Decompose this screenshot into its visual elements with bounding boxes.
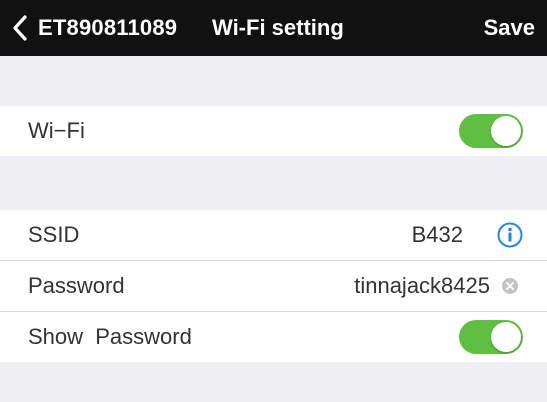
chevron-left-icon <box>13 15 27 41</box>
wifi-row: Wi−Fi <box>0 106 547 156</box>
wifi-label: Wi−Fi <box>28 118 85 143</box>
section-spacer <box>0 362 547 402</box>
toggle-knob <box>491 322 521 352</box>
password-row: Password tinnajack8425 <box>0 261 547 311</box>
show-password-row: Show Password <box>0 312 547 362</box>
wifi-toggle[interactable] <box>459 114 523 148</box>
ssid-row: SSID B432 <box>0 210 547 260</box>
device-id: ET890811089 <box>38 15 178 40</box>
section-spacer <box>0 156 547 210</box>
ssid-value[interactable]: B432 <box>412 210 463 260</box>
show-password-toggle[interactable] <box>459 320 523 354</box>
info-icon[interactable] <box>497 222 523 248</box>
section-spacer <box>0 56 547 106</box>
top-bar: ET890811089 Wi-Fi setting Save <box>0 0 547 56</box>
save-button[interactable]: Save <box>484 0 535 56</box>
password-value[interactable]: tinnajack8425 <box>354 261 490 311</box>
ssid-label: SSID <box>28 222 80 247</box>
back-button[interactable] <box>12 15 28 41</box>
show-password-label: Show Password <box>28 324 192 349</box>
password-label: Password <box>28 273 125 298</box>
page-title: Wi-Fi setting <box>212 15 344 40</box>
clear-icon[interactable] <box>501 277 519 295</box>
toggle-knob <box>491 116 521 146</box>
